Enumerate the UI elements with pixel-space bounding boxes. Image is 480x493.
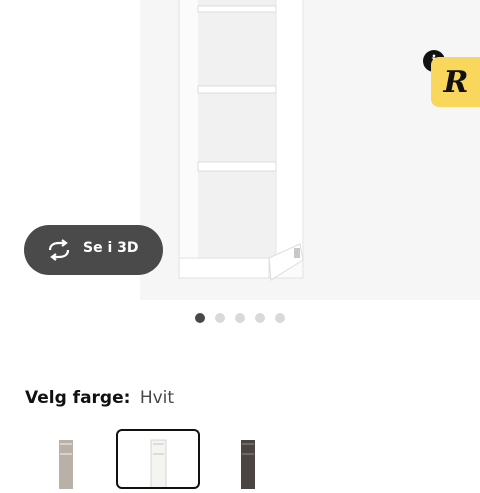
selected-color-value: Hvit bbox=[139, 388, 175, 408]
view-in-3d-button[interactable]: Se i 3D bbox=[24, 225, 163, 275]
color-swatch-beige[interactable] bbox=[26, 429, 110, 490]
rotate-3d-icon bbox=[48, 239, 70, 261]
carousel-dot[interactable] bbox=[215, 313, 225, 323]
color-label: Velg farge: bbox=[25, 388, 131, 408]
bookcase-thumbnail-white bbox=[150, 439, 167, 491]
color-swatch-white[interactable] bbox=[116, 429, 200, 491]
brand-badge[interactable]: R bbox=[431, 57, 480, 107]
bookcase-thumbnail-dark-brown bbox=[241, 440, 255, 490]
color-selector-heading: Velg farge: Hvit bbox=[25, 388, 174, 408]
carousel-dot[interactable] bbox=[255, 313, 265, 323]
brand-badge-letter: R bbox=[443, 64, 469, 100]
color-swatch-dark-brown[interactable] bbox=[208, 429, 292, 490]
view-in-3d-label: Se i 3D bbox=[83, 240, 139, 256]
carousel-dot[interactable] bbox=[195, 313, 205, 323]
carousel-dot[interactable] bbox=[275, 313, 285, 323]
carousel-dots bbox=[195, 313, 285, 323]
bookcase-thumbnail-beige bbox=[59, 440, 73, 490]
carousel-dot[interactable] bbox=[235, 313, 245, 323]
